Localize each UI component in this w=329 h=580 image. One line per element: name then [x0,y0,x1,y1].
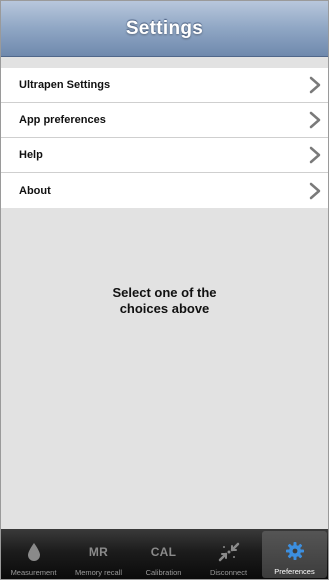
settings-screen: Settings Ultrapen Settings App preferenc… [0,0,329,580]
chevron-right-icon [309,146,321,164]
tab-measurement[interactable]: Measurement [1,529,66,579]
navigation-bar: Settings [1,1,328,57]
settings-menu: Ultrapen Settings App preferences Help A… [1,68,328,208]
menu-item-app-preferences[interactable]: App preferences [1,103,328,138]
menu-item-ultrapen-settings[interactable]: Ultrapen Settings [1,68,328,103]
memory-recall-icon: MR [88,545,109,559]
disconnect-arrows-icon [218,541,240,563]
tab-disconnect[interactable]: Disconnect [196,529,261,579]
menu-item-label: App preferences [19,114,106,126]
tab-label: Memory recall [74,568,123,577]
menu-item-label: Ultrapen Settings [19,79,111,91]
gear-icon [285,540,305,562]
tab-calibration[interactable]: CAL Calibration [131,529,196,579]
menu-item-about[interactable]: About [1,173,328,208]
empty-state-message: Select one of the choices above [112,285,217,316]
tab-memory-recall[interactable]: MR Memory recall [66,529,131,579]
tab-label: Disconnect [209,568,248,577]
menu-item-help[interactable]: Help [1,138,328,173]
tab-label: Measurement [10,568,57,577]
tab-preferences[interactable]: Preferences [262,531,327,578]
menu-item-label: About [19,184,51,197]
chevron-right-icon [309,182,321,199]
chevron-right-icon [309,76,321,94]
tab-bar: Measurement MR Memory recall CAL Calibra… [1,529,328,579]
menu-item-label: Help [19,149,43,161]
calibration-icon: CAL [150,545,177,559]
page-title: Settings [125,17,204,39]
water-drop-icon [27,541,41,563]
tab-label: Calibration [145,568,182,577]
tab-label: Preferences [274,567,315,576]
chevron-right-icon [309,111,321,129]
